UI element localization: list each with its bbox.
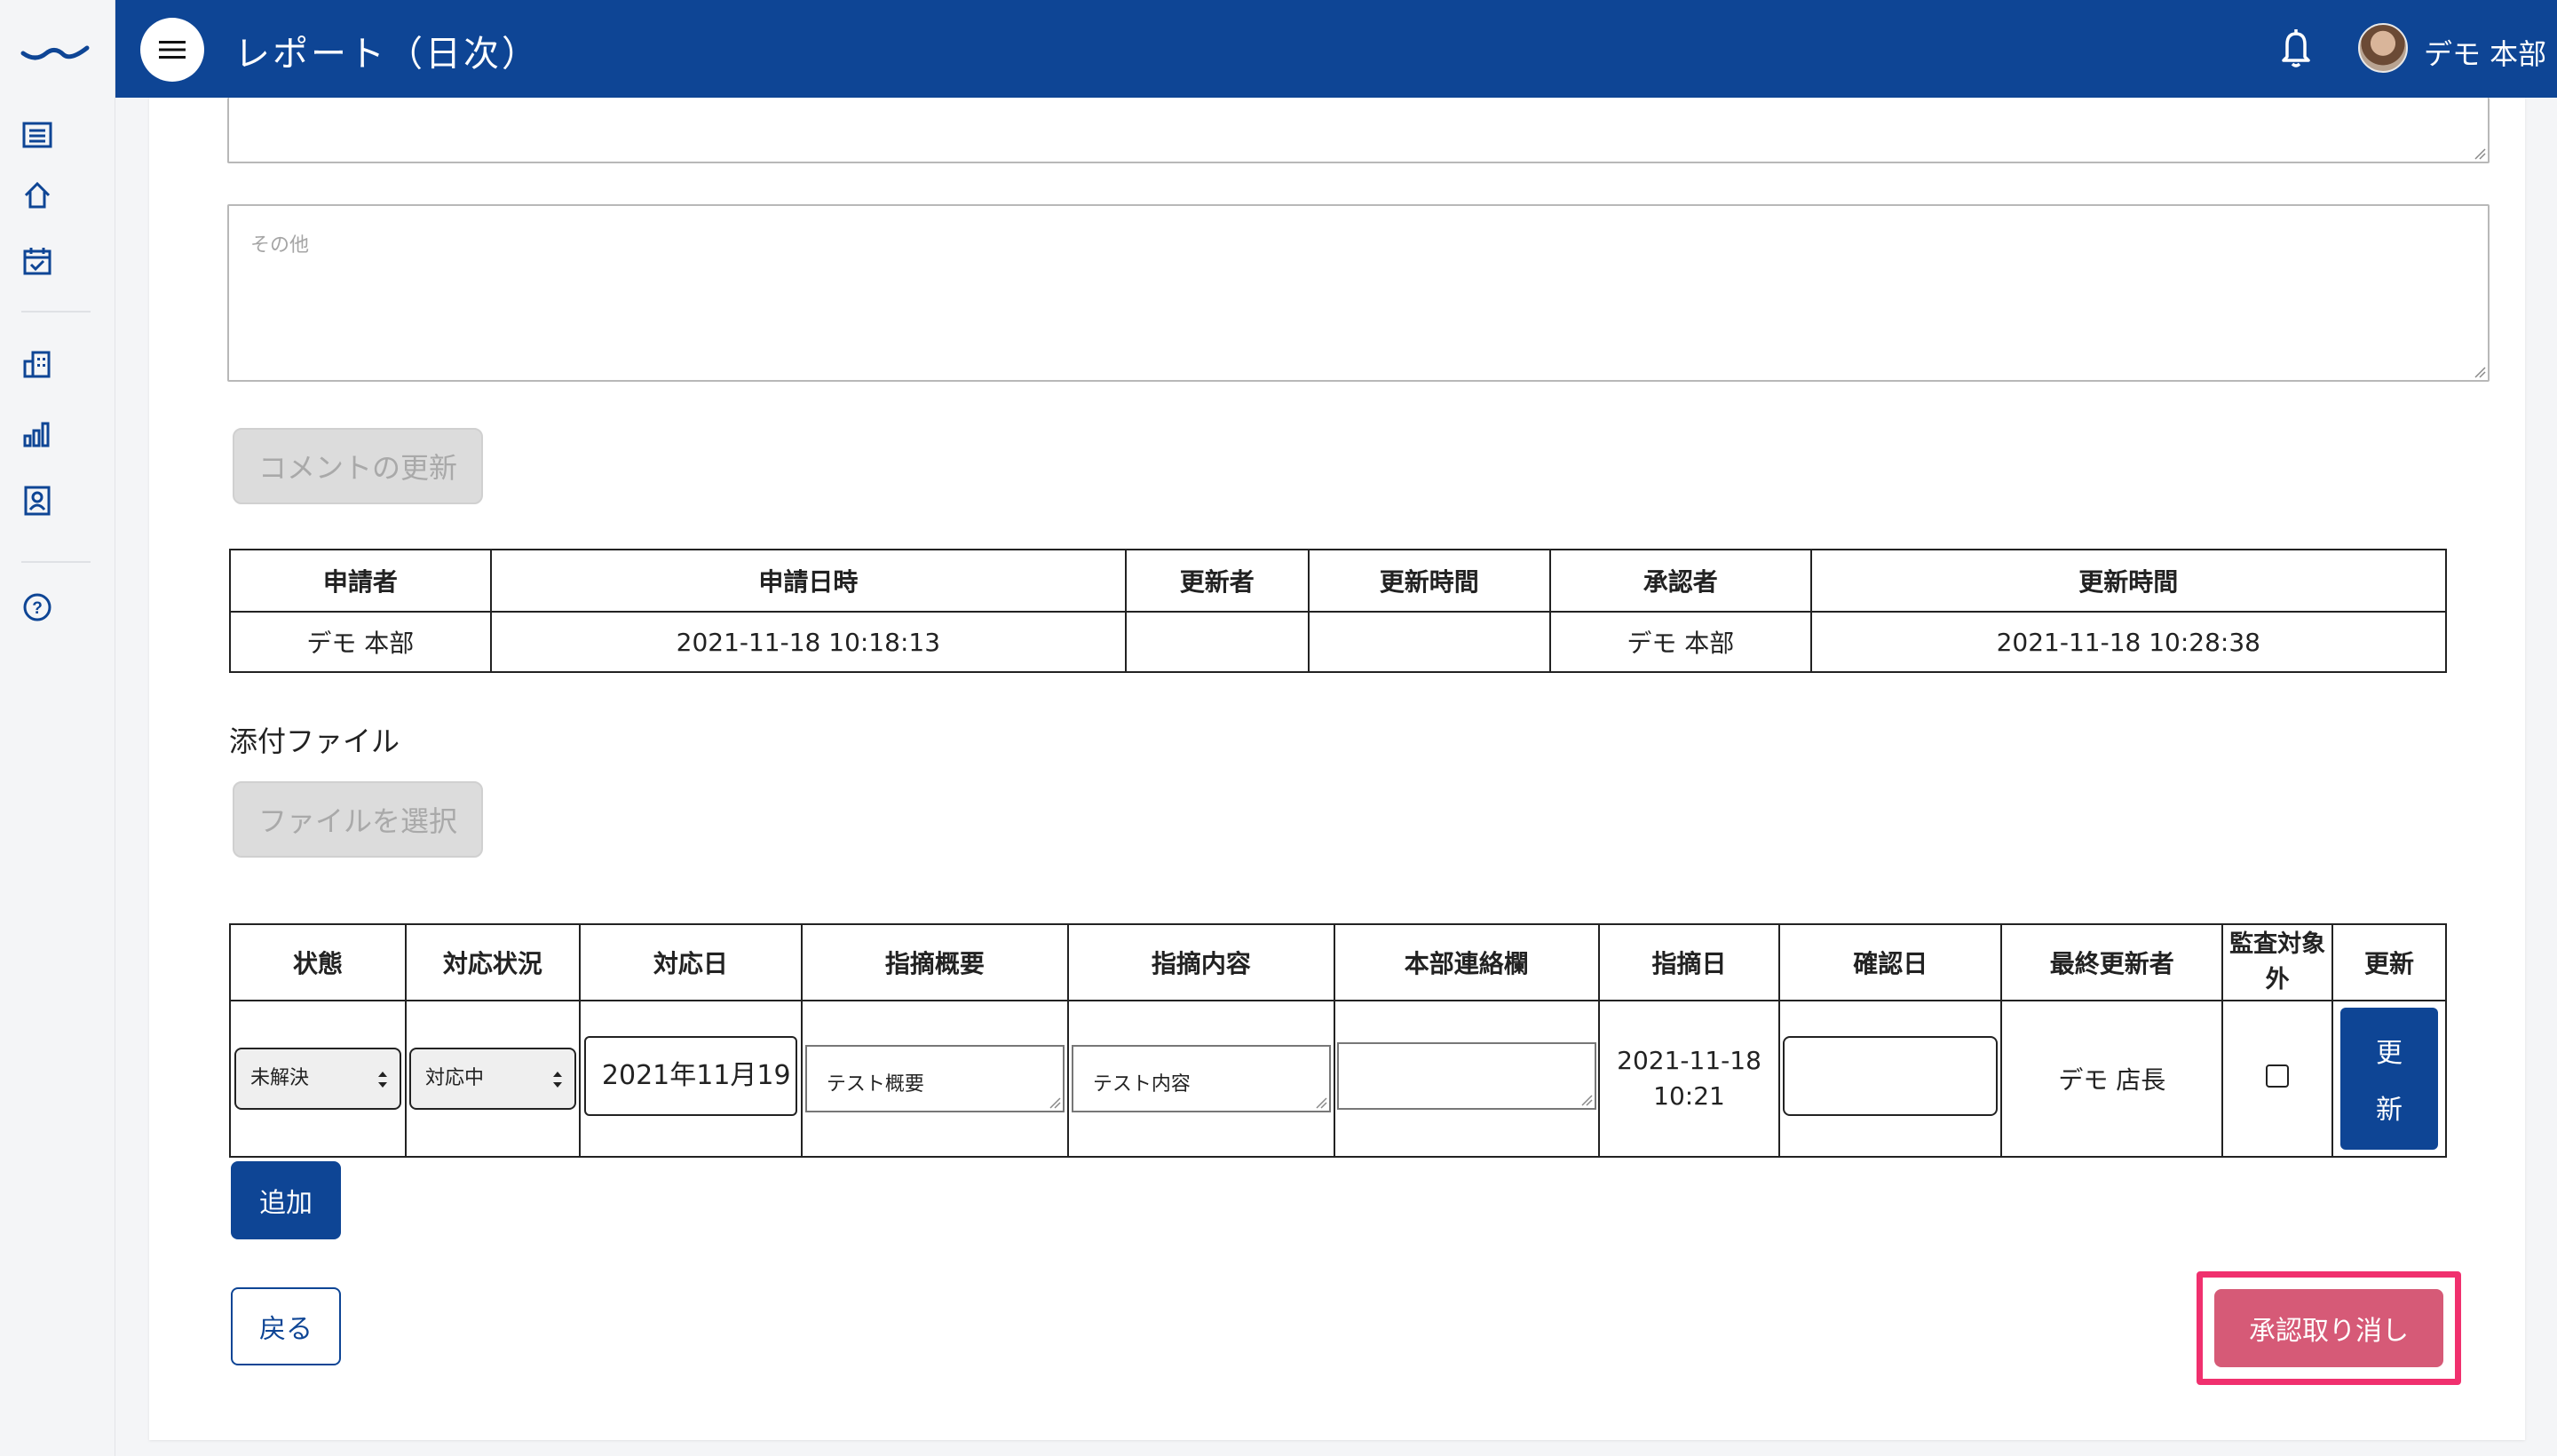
contact-card-icon[interactable]	[20, 483, 55, 518]
header-updater: 更新者	[1125, 549, 1310, 613]
cell-audit-excluded	[2221, 1000, 2333, 1158]
row-update-label-2: 新	[2375, 1095, 2403, 1126]
header-apply-datetime: 申請日時	[489, 549, 1128, 613]
cell-apply-datetime: 2021-11-18 10:18:13	[489, 611, 1128, 673]
pointed-date-line1: 2021-11-18	[1617, 1046, 1761, 1075]
building-icon[interactable]	[20, 346, 55, 382]
cell-update-time	[1307, 611, 1551, 673]
header-last-updater: 最終更新者	[2000, 923, 2224, 1001]
status-select[interactable]: 未解決	[234, 1048, 401, 1110]
progress-select-value: 対応中	[424, 1067, 484, 1089]
header-update: 更新	[2331, 923, 2448, 1001]
cell-summary: テスト概要	[800, 1000, 1069, 1158]
hq-note-input[interactable]	[1336, 1041, 1596, 1110]
top-header: レポート（日次） デモ 本部	[115, 0, 2557, 98]
audit-excluded-checkbox[interactable]	[2266, 1064, 2290, 1088]
select-arrows-icon	[552, 1072, 562, 1088]
progress-select[interactable]: 対応中	[408, 1048, 576, 1110]
cell-response-date: 2021年11月19	[578, 1000, 803, 1158]
header-confirm-date: 確認日	[1778, 923, 2003, 1001]
user-name[interactable]: デモ 本部	[2424, 32, 2546, 73]
header-audit-excluded: 監査対象外	[2221, 923, 2333, 1001]
cell-applicant: デモ 本部	[229, 611, 492, 673]
cell-approver: デモ 本部	[1548, 611, 1812, 673]
header-summary: 指摘概要	[800, 923, 1069, 1001]
issues-table: 状態 対応状況 対応日 指摘概要 指摘内容 本部連絡欄 指摘日 確認日 最終更新…	[229, 923, 2448, 1158]
resize-handle-icon[interactable]	[2474, 366, 2486, 378]
other-placeholder: その他	[250, 234, 310, 257]
cancel-approval-button[interactable]: 承認取り消し	[2214, 1289, 2443, 1367]
confirm-date-input[interactable]	[1783, 1035, 1999, 1116]
pointed-date-line2: 10:21	[1653, 1081, 1725, 1111]
select-arrows-icon	[377, 1072, 387, 1088]
cell-confirm-date	[1778, 1000, 2003, 1158]
resize-handle-icon[interactable]	[2474, 147, 2486, 160]
content-value: テスト内容	[1092, 1073, 1191, 1096]
resize-handle-icon[interactable]	[1049, 1096, 1061, 1109]
report-list-icon[interactable]	[20, 117, 55, 153]
cell-approval-time: 2021-11-18 10:28:38	[1809, 611, 2448, 673]
main-content-card: その他 コメントの更新 申請者 申請日時 更新者 更新時間 承認者 更新時間 デ…	[149, 98, 2525, 1440]
attachments-label: 添付ファイル	[229, 724, 400, 758]
add-row-button[interactable]: 追加	[231, 1161, 341, 1239]
sidebar: ?	[0, 0, 115, 1456]
cell-pointed-date: 2021-11-18 10:21	[1597, 1000, 1781, 1158]
header-update-time: 更新時間	[1809, 549, 2448, 613]
header-response-date: 対応日	[578, 923, 803, 1001]
calendar-check-icon[interactable]	[20, 243, 55, 279]
response-date-input[interactable]: 2021年11月19	[583, 1035, 797, 1116]
cell-progress: 対応中	[404, 1000, 581, 1158]
summary-input[interactable]: テスト概要	[804, 1045, 1065, 1112]
comment-textarea[interactable]	[227, 98, 2490, 163]
header-hq-note: 本部連絡欄	[1333, 923, 1600, 1001]
cell-last-updater: デモ 店長	[2000, 1000, 2224, 1158]
help-icon[interactable]: ?	[20, 590, 55, 625]
home-icon[interactable]	[20, 178, 55, 213]
resize-handle-icon[interactable]	[1580, 1094, 1593, 1106]
comment-update-button[interactable]: コメントの更新	[233, 428, 483, 504]
cell-update: 更 新	[2331, 1000, 2448, 1158]
header-status: 状態	[229, 923, 407, 1001]
header-approver: 承認者	[1548, 549, 1812, 613]
table-row: 未解決 対応中 2021年11月19 テスト概要 テスト内容 2021-11-1…	[229, 1000, 2448, 1158]
svg-text:?: ?	[32, 599, 43, 618]
header-pointed-date: 指摘日	[1597, 923, 1781, 1001]
notification-bell-icon[interactable]	[2273, 25, 2319, 71]
row-update-label-1: 更	[2375, 1038, 2403, 1069]
row-update-button[interactable]: 更 新	[2339, 1008, 2438, 1150]
file-select-button[interactable]: ファイルを選択	[233, 781, 483, 858]
header-applicant: 申請者	[229, 549, 492, 613]
sidebar-divider	[21, 311, 91, 313]
page-title: レポート（日次）	[234, 34, 540, 75]
header-content: 指摘内容	[1066, 923, 1335, 1001]
cell-hq-note	[1333, 1000, 1600, 1158]
cell-updater	[1125, 611, 1310, 673]
back-button[interactable]: 戻る	[231, 1287, 341, 1365]
brand-logo[interactable]	[20, 32, 91, 67]
resize-handle-icon[interactable]	[1315, 1096, 1327, 1109]
cell-status: 未解決	[229, 1000, 407, 1158]
approval-info-table: 申請者 申請日時 更新者 更新時間 承認者 更新時間 デモ 本部 2021-11…	[229, 549, 2448, 673]
content-input[interactable]: テスト内容	[1071, 1045, 1331, 1112]
user-avatar[interactable]	[2358, 23, 2408, 73]
cell-content: テスト内容	[1066, 1000, 1335, 1158]
summary-value: テスト概要	[826, 1073, 924, 1096]
other-textarea[interactable]: その他	[227, 204, 2490, 382]
hamburger-menu-button[interactable]	[140, 18, 204, 82]
status-select-value: 未解決	[249, 1067, 309, 1089]
header-update-time: 更新時間	[1307, 549, 1551, 613]
hamburger-icon	[159, 41, 186, 59]
header-progress: 対応状況	[404, 923, 581, 1001]
bar-chart-icon[interactable]	[20, 415, 55, 451]
sidebar-divider	[21, 561, 91, 563]
